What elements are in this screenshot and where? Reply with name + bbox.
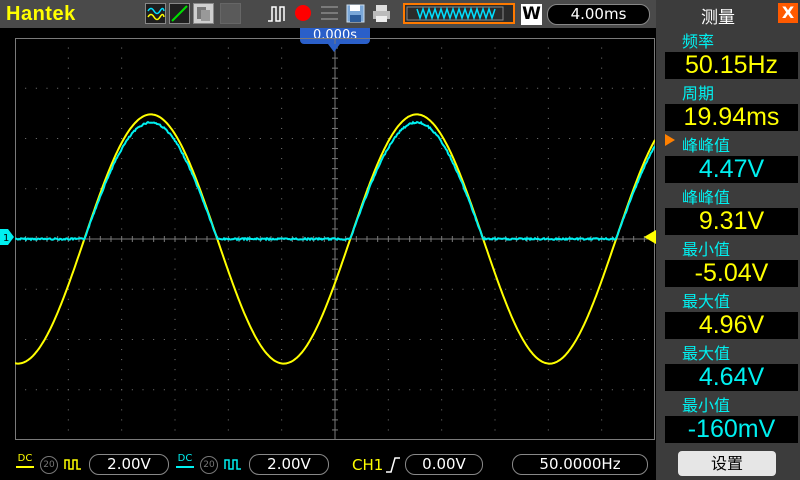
mode-slot-icon[interactable] bbox=[220, 3, 241, 24]
measurement-label: 频率 bbox=[682, 32, 715, 51]
trigger-source[interactable]: CH1 bbox=[352, 456, 383, 474]
measurement-value: 50.15Hz bbox=[665, 52, 798, 79]
selected-arrow-icon bbox=[665, 134, 675, 146]
measurement-item[interactable]: 最小值 -5.04V bbox=[665, 236, 798, 288]
ch1-invert-icon[interactable] bbox=[64, 457, 84, 471]
ch1-coupling-label: DC bbox=[17, 453, 33, 464]
ch1-scale[interactable]: 2.00V bbox=[89, 454, 169, 475]
waveform-mode-icon[interactable] bbox=[145, 3, 166, 24]
ch2-coupling-label: DC bbox=[177, 453, 193, 464]
measurement-item[interactable]: 峰峰值 4.47V bbox=[665, 132, 798, 184]
measurement-label: 峰峰值 bbox=[682, 136, 731, 155]
trigger-slope-icon[interactable] bbox=[385, 456, 401, 474]
ch2-coupling-icon[interactable]: DC bbox=[176, 454, 194, 474]
save-icon[interactable] bbox=[345, 3, 366, 24]
brand-logo: Hantek bbox=[6, 3, 76, 25]
measurement-item[interactable]: 频率 50.15Hz bbox=[665, 28, 798, 80]
settings-button[interactable]: 设置 bbox=[678, 451, 776, 476]
top-toolbar: Hantek W 4.00ms bbox=[0, 0, 656, 28]
window-zoom-button[interactable]: W bbox=[521, 4, 542, 25]
measurement-label: 最大值 bbox=[682, 344, 731, 363]
measurement-item[interactable]: 周期 19.94ms bbox=[665, 80, 798, 132]
measurement-value: 19.94ms bbox=[665, 104, 798, 131]
measurement-value: 9.31V bbox=[665, 208, 798, 235]
measurement-label: 最大值 bbox=[682, 292, 731, 311]
measurement-value: 4.64V bbox=[665, 364, 798, 391]
memory-waveform-icon[interactable] bbox=[403, 3, 515, 24]
trigger-level-marker[interactable] bbox=[644, 230, 656, 244]
trigger-level[interactable]: 0.00V bbox=[405, 454, 483, 475]
roll-mode-icon[interactable] bbox=[193, 3, 214, 24]
cursor-icon[interactable] bbox=[319, 3, 340, 24]
measurement-label: 周期 bbox=[682, 84, 715, 103]
ch2-scale[interactable]: 2.00V bbox=[249, 454, 329, 475]
measure-panel: 测量 X 频率 50.15Hz 周期 19.94ms 峰峰值 4.47V 峰峰值 9.31V 最… bbox=[656, 0, 800, 480]
measurement-value: 4.47V bbox=[665, 156, 798, 183]
ch2-bw-limit-icon[interactable]: 20 bbox=[200, 456, 218, 474]
ch1-coupling-icon[interactable]: DC bbox=[16, 454, 34, 474]
panel-title: 测量 bbox=[701, 8, 735, 28]
trigger-frequency: 50.0000Hz bbox=[512, 454, 648, 475]
measurement-item[interactable]: 最大值 4.64V bbox=[665, 340, 798, 392]
measurement-value: -5.04V bbox=[665, 260, 798, 287]
measurement-item[interactable]: 最大值 4.96V bbox=[665, 288, 798, 340]
ch2-invert-icon[interactable] bbox=[224, 457, 244, 471]
svg-text:1: 1 bbox=[3, 233, 9, 244]
bottom-status-bar: DC 20 2.00V DC 20 2.00V CH1 0.00V 50.000… bbox=[0, 450, 656, 480]
panel-header: 测量 X bbox=[656, 0, 800, 28]
measurement-value: -160mV bbox=[665, 416, 798, 443]
timebase-value[interactable]: 4.00ms bbox=[547, 4, 650, 25]
measurement-item[interactable]: 最小值 -160mV bbox=[665, 392, 798, 444]
ch-zero-marker[interactable]: 1 bbox=[0, 229, 14, 245]
trigger-time-marker bbox=[328, 44, 340, 52]
measurement-label: 最小值 bbox=[682, 396, 731, 415]
measurement-value: 4.96V bbox=[665, 312, 798, 339]
waveform-screen[interactable] bbox=[15, 38, 655, 440]
measurement-item[interactable]: 峰峰值 9.31V bbox=[665, 184, 798, 236]
run-stop-icon[interactable] bbox=[293, 3, 314, 24]
measurement-label: 最小值 bbox=[682, 240, 731, 259]
ch1-bw-limit-icon[interactable]: 20 bbox=[40, 456, 58, 474]
trigger-mode-icon[interactable] bbox=[266, 3, 287, 24]
xy-mode-icon[interactable] bbox=[169, 3, 190, 24]
close-button[interactable]: X bbox=[778, 3, 798, 23]
measurement-label: 峰峰值 bbox=[682, 188, 731, 207]
print-icon[interactable] bbox=[371, 3, 392, 24]
